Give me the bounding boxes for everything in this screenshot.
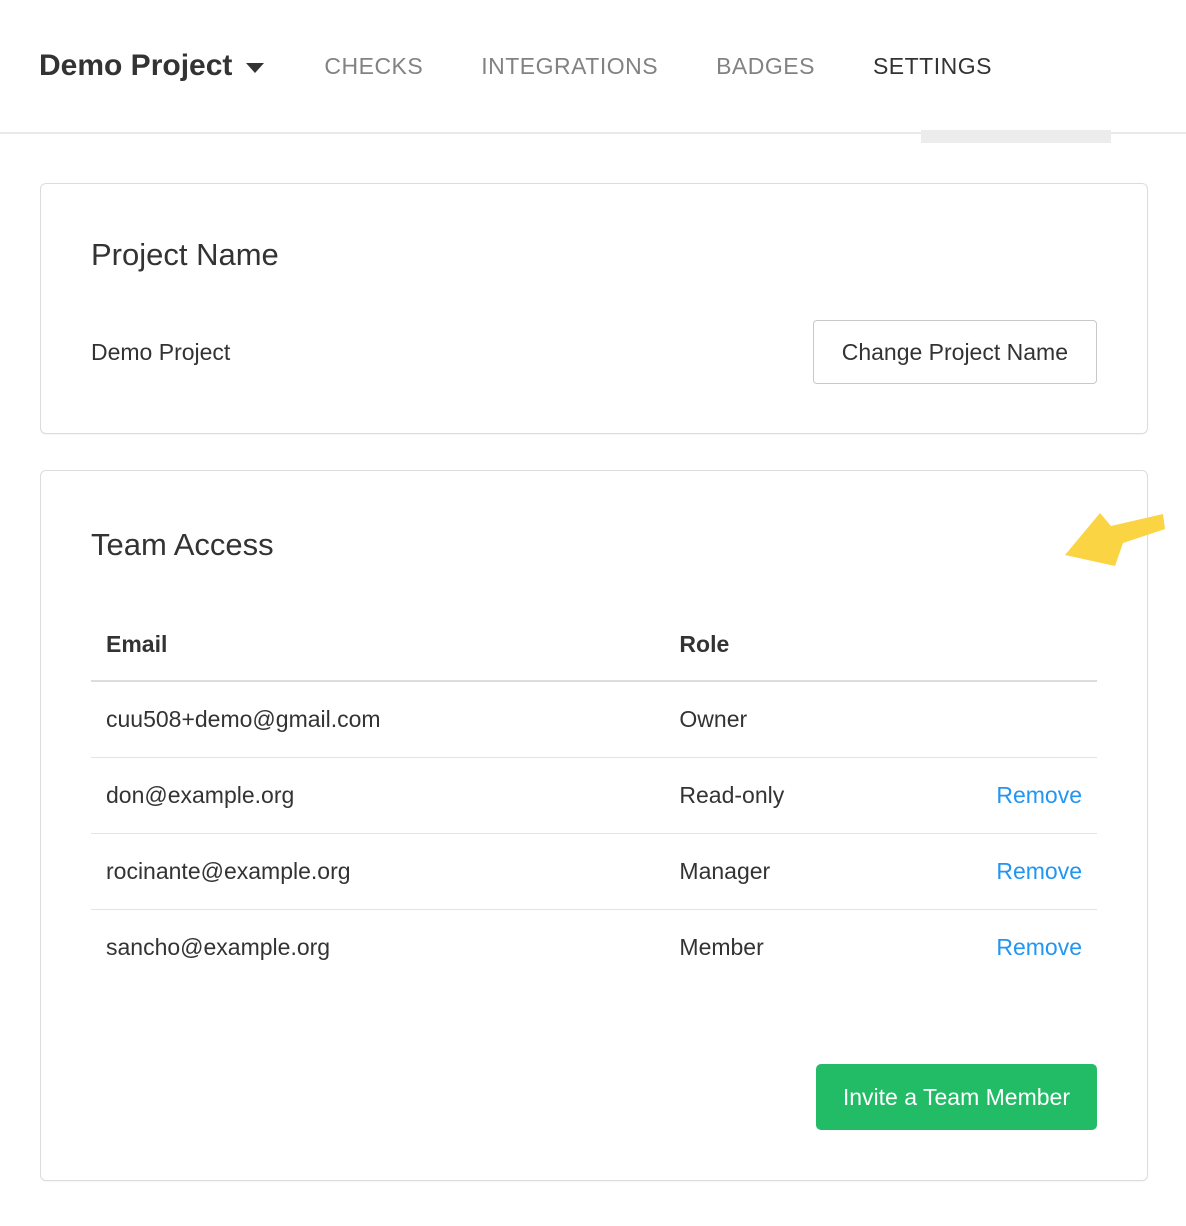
role-cell: Owner: [664, 681, 976, 758]
email-column-header: Email: [91, 619, 664, 681]
invite-team-member-button[interactable]: Invite a Team Member: [816, 1064, 1097, 1130]
remove-member-link[interactable]: Remove: [996, 782, 1082, 808]
chevron-down-icon: [246, 63, 264, 73]
tab-badges[interactable]: BADGES: [716, 53, 815, 80]
project-name-title: Project Name: [91, 237, 1097, 273]
project-switcher-label: Demo Project: [39, 49, 232, 83]
role-column-header: Role: [664, 619, 976, 681]
action-cell: Remove: [976, 758, 1097, 834]
table-row: don@example.org Read-only Remove: [91, 758, 1097, 834]
remove-member-link[interactable]: Remove: [996, 858, 1082, 884]
email-cell: rocinante@example.org: [91, 834, 664, 910]
tab-integrations[interactable]: INTEGRATIONS: [481, 53, 658, 80]
team-access-card: Team Access Email Role cuu508+demo@gmail…: [40, 470, 1148, 1181]
remove-member-link[interactable]: Remove: [996, 934, 1082, 960]
settings-page: Project Name Demo Project Change Project…: [0, 143, 1186, 1219]
action-cell: [976, 681, 1097, 758]
role-cell: Manager: [664, 834, 976, 910]
email-cell: don@example.org: [91, 758, 664, 834]
nav-tabs: CHECKS INTEGRATIONS BADGES SETTINGS: [324, 53, 992, 80]
project-name-card: Project Name Demo Project Change Project…: [40, 183, 1148, 434]
action-cell: Remove: [976, 834, 1097, 910]
tab-settings[interactable]: SETTINGS: [873, 53, 992, 80]
project-switcher[interactable]: Demo Project: [39, 49, 264, 83]
team-access-title: Team Access: [91, 527, 1097, 563]
table-row: rocinante@example.org Manager Remove: [91, 834, 1097, 910]
top-navbar: Demo Project CHECKS INTEGRATIONS BADGES …: [0, 0, 1186, 143]
table-row: cuu508+demo@gmail.com Owner: [91, 681, 1097, 758]
table-row: sancho@example.org Member Remove: [91, 910, 1097, 986]
change-project-name-button[interactable]: Change Project Name: [813, 320, 1097, 384]
action-column-header: [976, 619, 1097, 681]
action-cell: Remove: [976, 910, 1097, 986]
email-cell: cuu508+demo@gmail.com: [91, 681, 664, 758]
table-header-row: Email Role: [91, 619, 1097, 681]
tab-checks[interactable]: CHECKS: [324, 53, 423, 80]
active-tab-indicator: [921, 130, 1111, 143]
role-cell: Read-only: [664, 758, 976, 834]
email-cell: sancho@example.org: [91, 910, 664, 986]
current-project-name: Demo Project: [91, 339, 230, 366]
role-cell: Member: [664, 910, 976, 986]
team-members-table: Email Role cuu508+demo@gmail.com Owner d…: [91, 619, 1097, 985]
